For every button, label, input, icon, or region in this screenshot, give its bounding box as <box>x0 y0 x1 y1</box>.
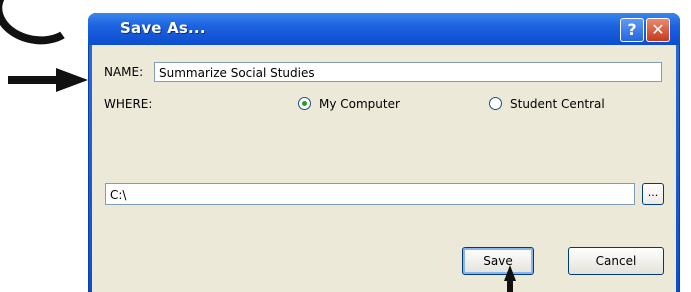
radio-student-central-label[interactable]: Student Central <box>510 97 605 111</box>
browse-button[interactable]: ... <box>642 183 664 205</box>
cancel-button[interactable]: Cancel <box>568 247 664 275</box>
pointer-arrow-icon <box>504 265 516 292</box>
save-as-dialog: Save As... ? ✕ NAME: Summarize Social St… <box>88 13 680 292</box>
corner-decoration <box>0 0 86 51</box>
path-field[interactable]: C:\ <box>105 183 635 205</box>
name-label: NAME: <box>104 65 144 79</box>
help-icon[interactable]: ? <box>620 18 644 42</box>
radio-selected-dot <box>302 101 307 106</box>
where-label: WHERE: <box>104 97 153 111</box>
name-field[interactable]: Summarize Social Studies <box>154 62 662 82</box>
radio-my-computer-label[interactable]: My Computer <box>319 97 400 111</box>
radio-my-computer[interactable] <box>298 97 311 110</box>
dialog-body: NAME: Summarize Social Studies WHERE: My… <box>92 45 676 292</box>
dialog-title: Save As... <box>120 19 206 37</box>
pointer-arrow-icon <box>8 68 88 92</box>
close-icon[interactable]: ✕ <box>646 18 670 42</box>
radio-student-central[interactable] <box>489 97 502 110</box>
title-bar[interactable]: Save As... ? ✕ <box>88 13 680 45</box>
